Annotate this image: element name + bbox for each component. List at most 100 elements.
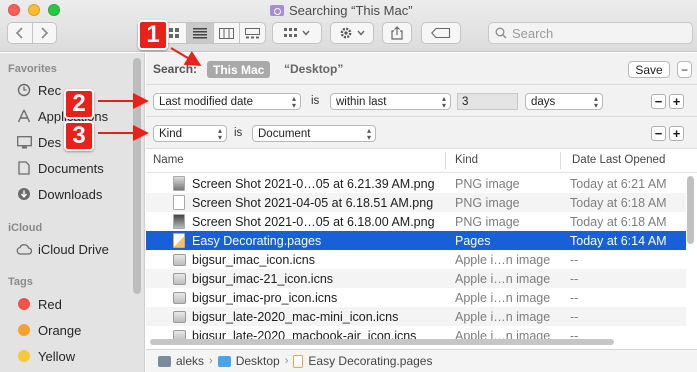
updown-arrows-icon: ▴ ▾ xyxy=(291,94,296,110)
back-button[interactable] xyxy=(8,23,32,43)
gear-icon xyxy=(340,27,352,39)
file-name: bigsur_imac-pro_icon.icns xyxy=(192,290,338,305)
file-name: bigsur_late-2020_mac-mini_icon.icns xyxy=(192,309,399,324)
path-bar: aleks › Desktop › Easy Decorating.pages xyxy=(146,349,697,372)
tag-icon xyxy=(431,28,451,38)
window-title-text: Searching “This Mac” xyxy=(289,2,413,18)
chevron-right-icon xyxy=(41,27,49,39)
scope-desktop-button[interactable]: “Desktop” xyxy=(284,62,343,76)
column-view-icon xyxy=(218,27,234,39)
remove-scope-button[interactable]: − xyxy=(677,61,692,78)
operator-popup[interactable]: within last ▴ ▾ xyxy=(330,93,451,110)
attribute-popup-kind[interactable]: Kind ▴ ▾ xyxy=(153,125,227,142)
window-title: Searching “This Mac” xyxy=(270,2,413,18)
download-icon xyxy=(16,186,32,202)
updown-arrows-icon: ▴ ▾ xyxy=(366,126,371,142)
file-row[interactable]: bigsur_imac-21_icon.icns Apple i…n image… xyxy=(146,269,686,288)
zoom-window-button[interactable] xyxy=(48,4,60,16)
file-date: Today at 6:18 AM xyxy=(570,214,667,229)
path-item-file[interactable]: Easy Decorating.pages xyxy=(308,354,432,368)
sidebar-item-icloud-drive[interactable]: iCloud Drive xyxy=(16,239,109,259)
cloud-icon xyxy=(16,241,32,257)
updown-arrows-icon: ▴ ▾ xyxy=(441,94,446,110)
sidebar-item-label: Downloads xyxy=(38,186,103,202)
image-file-icon xyxy=(173,176,185,191)
operator-label: is xyxy=(311,95,320,107)
add-criteria-button[interactable]: + xyxy=(669,94,684,109)
path-item-desktop[interactable]: Desktop xyxy=(236,354,280,368)
updown-arrows-icon: ▴ ▾ xyxy=(217,126,222,142)
smart-folder-icon xyxy=(270,4,284,16)
list-horizontal-scrollbar[interactable] xyxy=(150,339,614,345)
file-row[interactable]: bigsur_imac-pro_icon.icns Apple i…n imag… xyxy=(146,288,686,307)
file-date: -- xyxy=(570,271,579,286)
search-field[interactable]: Search xyxy=(488,22,693,44)
file-kind: Apple i…n image xyxy=(455,252,551,267)
sidebar-section-tags: Tags xyxy=(8,276,33,288)
group-grid-icon xyxy=(284,28,297,37)
file-row-selected[interactable]: Easy Decorating.pages Pages Today at 6:1… xyxy=(146,231,686,250)
annotation-badge-3: 3 xyxy=(64,121,94,151)
file-row[interactable]: Screen Shot 2021-0…05 at 6.18.00 AM.png … xyxy=(146,212,686,231)
sidebar-item-documents[interactable]: Documents xyxy=(16,158,104,178)
sidebar-tag-yellow[interactable]: Yellow xyxy=(16,346,75,366)
sidebar-section-icloud: iCloud xyxy=(8,222,43,234)
sidebar-item-label: Orange xyxy=(38,322,82,338)
sidebar-scrollbar[interactable] xyxy=(133,58,141,294)
file-row[interactable]: Screen Shot 2021-04-05 at 6.18.51 AM.png… xyxy=(146,193,686,212)
unit-popup[interactable]: days ▴ ▾ xyxy=(525,93,603,110)
file-name: bigsur_imac-21_icon.icns xyxy=(192,271,334,286)
path-item-home[interactable]: aleks xyxy=(176,354,204,368)
file-row[interactable]: bigsur_imac_icon.icns Apple i…n image -- xyxy=(146,250,686,269)
add-criteria-button[interactable]: + xyxy=(669,126,684,141)
sidebar-tag-orange[interactable]: Orange xyxy=(16,320,81,340)
document-icon xyxy=(16,160,32,176)
column-view-button[interactable] xyxy=(212,23,239,43)
column-header-kind[interactable]: Kind xyxy=(455,154,478,166)
action-menu-button[interactable] xyxy=(330,22,374,44)
gallery-view-button[interactable] xyxy=(238,23,265,43)
group-by-button[interactable] xyxy=(272,22,322,44)
list-view-button[interactable] xyxy=(186,23,213,43)
kind-value-popup[interactable]: Document ▴ ▾ xyxy=(252,125,376,142)
sidebar-item-label: iCloud Drive xyxy=(38,241,109,257)
clock-icon xyxy=(16,82,32,98)
file-kind: Apple i…n image xyxy=(455,309,551,324)
pages-document-icon xyxy=(293,354,304,368)
days-count-field[interactable]: 3 xyxy=(457,93,518,110)
sidebar-tag-red[interactable]: Red xyxy=(16,294,62,314)
remove-criteria-button[interactable]: − xyxy=(651,94,666,109)
search-placeholder: Search xyxy=(512,25,554,41)
sidebar-item-recents[interactable]: Rec xyxy=(16,80,61,100)
sidebar-item-label: Rec xyxy=(38,82,62,98)
file-row[interactable]: Screen Shot 2021-0…05 at 6.21.39 AM.png … xyxy=(146,174,686,193)
forward-button[interactable] xyxy=(31,23,57,43)
share-button[interactable] xyxy=(382,22,412,44)
kind-value: Document xyxy=(258,127,311,140)
sidebar-item-applications[interactable]: Applications xyxy=(16,106,108,126)
sidebar-item-label: Des xyxy=(38,134,62,150)
column-header-name[interactable]: Name xyxy=(153,154,184,166)
remove-criteria-button[interactable]: − xyxy=(651,126,666,141)
list-vertical-scrollbar[interactable] xyxy=(687,176,694,244)
save-search-button[interactable]: Save xyxy=(628,61,670,78)
desktop-icon xyxy=(16,134,32,150)
chevron-down-icon xyxy=(357,30,365,36)
sidebar-section-favorites: Favorites xyxy=(8,63,57,75)
column-divider[interactable] xyxy=(445,152,446,169)
attribute-popup-date[interactable]: Last modified date ▴ ▾ xyxy=(153,93,301,110)
tag-button[interactable] xyxy=(421,22,461,44)
sidebar-item-downloads[interactable]: Downloads xyxy=(16,184,102,204)
scope-this-mac-button[interactable]: This Mac xyxy=(207,61,271,78)
file-date: Today at 6:21 AM xyxy=(570,176,667,191)
chevron-down-icon xyxy=(302,30,310,36)
minimize-window-button[interactable] xyxy=(28,4,40,16)
tag-red-icon xyxy=(18,298,30,310)
column-header-date-last-opened[interactable]: Date Last Opened xyxy=(572,154,665,166)
column-divider[interactable] xyxy=(560,152,561,169)
sidebar-item-desktop[interactable]: Des xyxy=(16,132,61,152)
icns-file-icon xyxy=(173,273,186,285)
file-kind: Apple i…n image xyxy=(455,271,551,286)
close-window-button[interactable] xyxy=(8,4,20,16)
file-row[interactable]: bigsur_late-2020_mac-mini_icon.icns Appl… xyxy=(146,307,686,326)
